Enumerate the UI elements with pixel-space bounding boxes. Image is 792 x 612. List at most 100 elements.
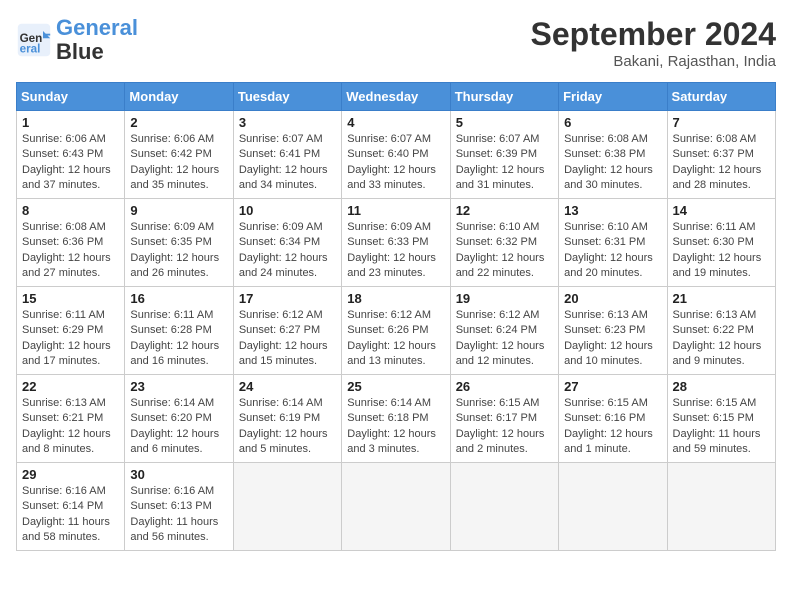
day-number: 30: [130, 467, 227, 482]
day-number: 25: [347, 379, 444, 394]
calendar-day: 21 Sunrise: 6:13 AM Sunset: 6:22 PM Dayl…: [667, 287, 775, 375]
day-number: 2: [130, 115, 227, 130]
calendar-day: 2 Sunrise: 6:06 AM Sunset: 6:42 PM Dayli…: [125, 111, 233, 199]
svg-text:eral: eral: [20, 43, 41, 56]
header-sunday: Sunday: [17, 83, 125, 111]
calendar-day: 5 Sunrise: 6:07 AM Sunset: 6:39 PM Dayli…: [450, 111, 558, 199]
calendar-day: 30 Sunrise: 6:16 AM Sunset: 6:13 PM Dayl…: [125, 463, 233, 551]
calendar-week-row: 1 Sunrise: 6:06 AM Sunset: 6:43 PM Dayli…: [17, 111, 776, 199]
title-block: September 2024 Bakani, Rajasthan, India: [531, 16, 776, 70]
day-number: 13: [564, 203, 661, 218]
day-info: Sunrise: 6:11 AM Sunset: 6:28 PM Dayligh…: [130, 308, 227, 370]
header-tuesday: Tuesday: [233, 83, 341, 111]
calendar-day: 14 Sunrise: 6:11 AM Sunset: 6:30 PM Dayl…: [667, 199, 775, 287]
calendar-day: 8 Sunrise: 6:08 AM Sunset: 6:36 PM Dayli…: [17, 199, 125, 287]
day-number: 14: [673, 203, 770, 218]
calendar-day: 4 Sunrise: 6:07 AM Sunset: 6:40 PM Dayli…: [342, 111, 450, 199]
day-info: Sunrise: 6:12 AM Sunset: 6:26 PM Dayligh…: [347, 308, 444, 370]
calendar-day: 12 Sunrise: 6:10 AM Sunset: 6:32 PM Dayl…: [450, 199, 558, 287]
day-info: Sunrise: 6:08 AM Sunset: 6:37 PM Dayligh…: [673, 132, 770, 194]
calendar-day: 22 Sunrise: 6:13 AM Sunset: 6:21 PM Dayl…: [17, 375, 125, 463]
day-info: Sunrise: 6:14 AM Sunset: 6:18 PM Dayligh…: [347, 396, 444, 458]
page-header: Gen eral GeneralBlue September 2024 Baka…: [16, 16, 776, 70]
day-info: Sunrise: 6:14 AM Sunset: 6:19 PM Dayligh…: [239, 396, 336, 458]
day-info: Sunrise: 6:13 AM Sunset: 6:23 PM Dayligh…: [564, 308, 661, 370]
calendar-day: 24 Sunrise: 6:14 AM Sunset: 6:19 PM Dayl…: [233, 375, 341, 463]
calendar-day: 17 Sunrise: 6:12 AM Sunset: 6:27 PM Dayl…: [233, 287, 341, 375]
calendar-week-row: 8 Sunrise: 6:08 AM Sunset: 6:36 PM Dayli…: [17, 199, 776, 287]
calendar-day: 3 Sunrise: 6:07 AM Sunset: 6:41 PM Dayli…: [233, 111, 341, 199]
day-info: Sunrise: 6:07 AM Sunset: 6:40 PM Dayligh…: [347, 132, 444, 194]
day-info: Sunrise: 6:09 AM Sunset: 6:33 PM Dayligh…: [347, 220, 444, 282]
day-number: 23: [130, 379, 227, 394]
day-number: 1: [22, 115, 119, 130]
day-number: 26: [456, 379, 553, 394]
day-info: Sunrise: 6:06 AM Sunset: 6:42 PM Dayligh…: [130, 132, 227, 194]
calendar-day: 26 Sunrise: 6:15 AM Sunset: 6:17 PM Dayl…: [450, 375, 558, 463]
calendar-day: 16 Sunrise: 6:11 AM Sunset: 6:28 PM Dayl…: [125, 287, 233, 375]
header-thursday: Thursday: [450, 83, 558, 111]
day-info: Sunrise: 6:16 AM Sunset: 6:13 PM Dayligh…: [130, 484, 227, 546]
header-wednesday: Wednesday: [342, 83, 450, 111]
header-saturday: Saturday: [667, 83, 775, 111]
calendar-day: 1 Sunrise: 6:06 AM Sunset: 6:43 PM Dayli…: [17, 111, 125, 199]
day-info: Sunrise: 6:12 AM Sunset: 6:24 PM Dayligh…: [456, 308, 553, 370]
calendar-day: [342, 463, 450, 551]
calendar-day: [559, 463, 667, 551]
day-number: 16: [130, 291, 227, 306]
calendar-day: 27 Sunrise: 6:15 AM Sunset: 6:16 PM Dayl…: [559, 375, 667, 463]
day-number: 6: [564, 115, 661, 130]
day-number: 24: [239, 379, 336, 394]
day-info: Sunrise: 6:11 AM Sunset: 6:30 PM Dayligh…: [673, 220, 770, 282]
header-monday: Monday: [125, 83, 233, 111]
calendar-day: 9 Sunrise: 6:09 AM Sunset: 6:35 PM Dayli…: [125, 199, 233, 287]
calendar-day: 18 Sunrise: 6:12 AM Sunset: 6:26 PM Dayl…: [342, 287, 450, 375]
calendar-day: 6 Sunrise: 6:08 AM Sunset: 6:38 PM Dayli…: [559, 111, 667, 199]
day-number: 10: [239, 203, 336, 218]
day-info: Sunrise: 6:09 AM Sunset: 6:35 PM Dayligh…: [130, 220, 227, 282]
day-number: 27: [564, 379, 661, 394]
calendar-table: Sunday Monday Tuesday Wednesday Thursday…: [16, 82, 776, 551]
calendar-day: [667, 463, 775, 551]
day-number: 17: [239, 291, 336, 306]
day-info: Sunrise: 6:16 AM Sunset: 6:14 PM Dayligh…: [22, 484, 119, 546]
calendar-day: 11 Sunrise: 6:09 AM Sunset: 6:33 PM Dayl…: [342, 199, 450, 287]
day-number: 22: [22, 379, 119, 394]
day-number: 3: [239, 115, 336, 130]
day-info: Sunrise: 6:10 AM Sunset: 6:32 PM Dayligh…: [456, 220, 553, 282]
header-friday: Friday: [559, 83, 667, 111]
day-info: Sunrise: 6:15 AM Sunset: 6:16 PM Dayligh…: [564, 396, 661, 458]
logo: Gen eral GeneralBlue: [16, 16, 138, 64]
day-number: 20: [564, 291, 661, 306]
calendar-day: 19 Sunrise: 6:12 AM Sunset: 6:24 PM Dayl…: [450, 287, 558, 375]
day-number: 9: [130, 203, 227, 218]
day-info: Sunrise: 6:12 AM Sunset: 6:27 PM Dayligh…: [239, 308, 336, 370]
calendar-week-row: 15 Sunrise: 6:11 AM Sunset: 6:29 PM Dayl…: [17, 287, 776, 375]
day-number: 19: [456, 291, 553, 306]
calendar-day: 23 Sunrise: 6:14 AM Sunset: 6:20 PM Dayl…: [125, 375, 233, 463]
location-subtitle: Bakani, Rajasthan, India: [531, 53, 776, 70]
day-info: Sunrise: 6:08 AM Sunset: 6:36 PM Dayligh…: [22, 220, 119, 282]
calendar-day: 25 Sunrise: 6:14 AM Sunset: 6:18 PM Dayl…: [342, 375, 450, 463]
day-number: 11: [347, 203, 444, 218]
day-info: Sunrise: 6:08 AM Sunset: 6:38 PM Dayligh…: [564, 132, 661, 194]
month-title: September 2024: [531, 16, 776, 53]
day-number: 7: [673, 115, 770, 130]
day-info: Sunrise: 6:11 AM Sunset: 6:29 PM Dayligh…: [22, 308, 119, 370]
day-number: 8: [22, 203, 119, 218]
day-number: 21: [673, 291, 770, 306]
day-info: Sunrise: 6:13 AM Sunset: 6:22 PM Dayligh…: [673, 308, 770, 370]
day-info: Sunrise: 6:07 AM Sunset: 6:39 PM Dayligh…: [456, 132, 553, 194]
day-info: Sunrise: 6:13 AM Sunset: 6:21 PM Dayligh…: [22, 396, 119, 458]
day-number: 18: [347, 291, 444, 306]
logo-icon: Gen eral: [16, 22, 52, 58]
day-number: 5: [456, 115, 553, 130]
calendar-day: 10 Sunrise: 6:09 AM Sunset: 6:34 PM Dayl…: [233, 199, 341, 287]
calendar-header-row: Sunday Monday Tuesday Wednesday Thursday…: [17, 83, 776, 111]
day-info: Sunrise: 6:06 AM Sunset: 6:43 PM Dayligh…: [22, 132, 119, 194]
calendar-day: [450, 463, 558, 551]
calendar-day: 28 Sunrise: 6:15 AM Sunset: 6:15 PM Dayl…: [667, 375, 775, 463]
calendar-week-row: 22 Sunrise: 6:13 AM Sunset: 6:21 PM Dayl…: [17, 375, 776, 463]
day-info: Sunrise: 6:10 AM Sunset: 6:31 PM Dayligh…: [564, 220, 661, 282]
day-info: Sunrise: 6:15 AM Sunset: 6:15 PM Dayligh…: [673, 396, 770, 458]
